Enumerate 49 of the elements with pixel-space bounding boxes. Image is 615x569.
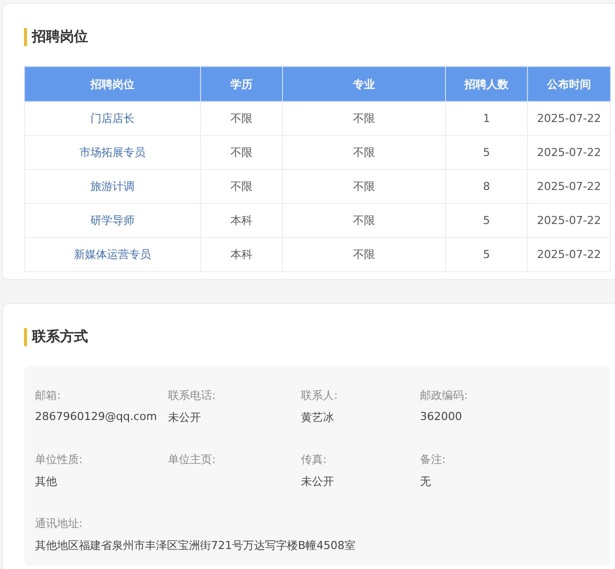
section-title: 联系方式 <box>24 328 88 346</box>
field-label: 传真: <box>301 452 328 468</box>
field-label: 邮政编码: <box>420 388 469 404</box>
field-label: 通讯地址: <box>35 516 84 532</box>
field-label: 联系人: <box>301 388 339 404</box>
field-value: 无 <box>420 474 432 490</box>
column-header: 公布时间 <box>528 66 610 102</box>
table-cell: 8 <box>446 170 528 204</box>
table-cell: 本科 <box>200 238 282 272</box>
table-cell: 2025-07-22 <box>528 204 610 238</box>
position-link[interactable]: 新媒体运营专员 <box>24 238 200 272</box>
field-value: 其他 <box>35 474 58 490</box>
field-label: 联系电话: <box>168 388 217 404</box>
table-cell: 不限 <box>282 204 446 238</box>
table-cell: 不限 <box>282 170 446 204</box>
position-link[interactable]: 旅游计调 <box>24 170 200 204</box>
column-header: 招聘人数 <box>446 66 528 102</box>
table-cell: 5 <box>446 238 528 272</box>
table-cell: 不限 <box>282 102 446 136</box>
table-cell: 1 <box>446 102 528 136</box>
table-cell: 不限 <box>282 136 446 170</box>
position-link[interactable]: 市场拓展专员 <box>24 136 200 170</box>
field-value: 未公开 <box>301 474 335 490</box>
table-cell: 2025-07-22 <box>528 102 610 136</box>
field-value: 其他地区福建省泉州市丰泽区宝洲街721号万达写字楼B幢4508室 <box>35 538 357 554</box>
field-label: 单位性质: <box>35 452 84 468</box>
table-cell: 本科 <box>200 204 282 238</box>
table-cell: 5 <box>446 204 528 238</box>
field-value: 未公开 <box>168 410 202 426</box>
table-cell: 不限 <box>282 238 446 272</box>
table-cell: 不限 <box>200 102 282 136</box>
field-label: 备注: <box>420 452 447 468</box>
field-label: 单位主页: <box>168 452 217 468</box>
position-link[interactable]: 门店店长 <box>24 102 200 136</box>
position-link[interactable]: 研学导师 <box>24 204 200 238</box>
column-header: 学历 <box>200 66 282 102</box>
column-header: 专业 <box>282 66 446 102</box>
section-title: 招聘岗位 <box>24 28 88 46</box>
field-label: 邮箱: <box>35 388 62 404</box>
column-header: 招聘岗位 <box>24 66 200 102</box>
table-cell: 2025-07-22 <box>528 170 610 204</box>
field-value: 362000 <box>420 410 463 425</box>
field-value: 2867960129@qq.com <box>35 410 158 425</box>
table-cell: 不限 <box>200 170 282 204</box>
field-value: 黄艺冰 <box>301 410 335 426</box>
table-cell: 5 <box>446 136 528 170</box>
table-cell: 2025-07-22 <box>528 238 610 272</box>
table-cell: 2025-07-22 <box>528 136 610 170</box>
table-cell: 不限 <box>200 136 282 170</box>
